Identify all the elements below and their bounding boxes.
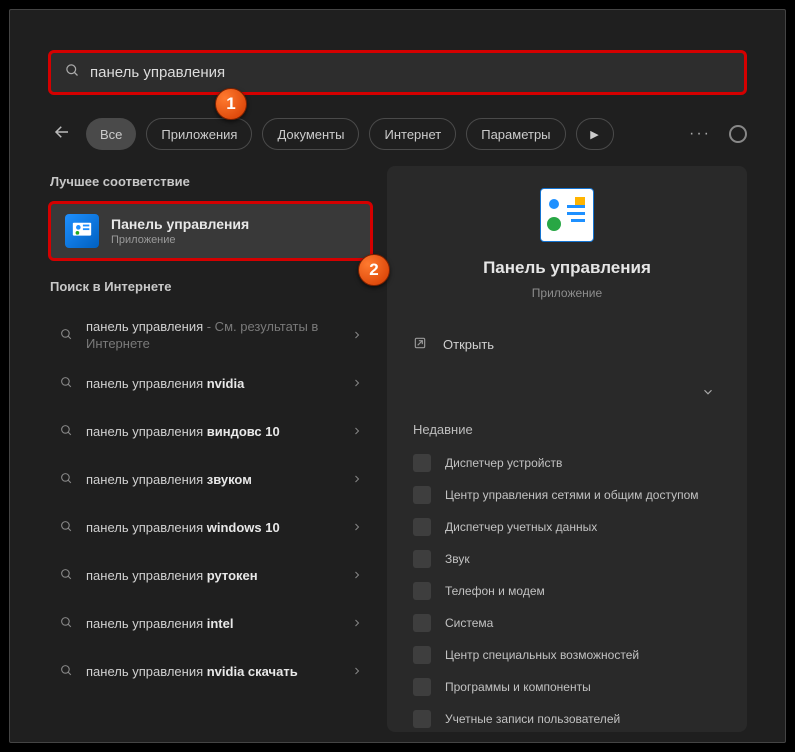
web-result-text: панель управления виндовс 10: [86, 424, 339, 441]
web-result-4[interactable]: панель управления windows 10: [48, 504, 373, 552]
control-panel-large-icon: [540, 188, 594, 242]
recent-item-label: Телефон и модем: [445, 584, 545, 598]
web-result-text: панель управления звуком: [86, 472, 339, 489]
best-match-subtitle: Приложение: [111, 234, 249, 246]
recent-item-6[interactable]: Центр специальных возможностей: [413, 639, 721, 671]
web-result-1[interactable]: панель управления nvidia: [48, 360, 373, 408]
web-result-text: панель управления nvidia скачать: [86, 664, 339, 681]
recent-item-icon: [413, 678, 431, 696]
recent-item-label: Система: [445, 616, 493, 630]
recent-item-2[interactable]: Диспетчер учетных данных: [413, 511, 721, 543]
web-result-text: панель управления windows 10: [86, 520, 339, 537]
chevron-right-icon: [351, 568, 363, 584]
recent-item-label: Диспетчер устройств: [445, 456, 562, 470]
preview-hero: Панель управления Приложение: [413, 188, 721, 300]
search-panel: 1 2 Все Приложения Документы Интернет Па…: [9, 9, 786, 743]
open-label: Открыть: [443, 337, 494, 352]
search-icon: [58, 664, 74, 680]
recent-label: Недавние: [413, 422, 721, 437]
recent-item-0[interactable]: Диспетчер устройств: [413, 447, 721, 479]
preview-subtitle: Приложение: [532, 286, 602, 300]
web-result-6[interactable]: панель управления intel: [48, 600, 373, 648]
chevron-right-icon: [351, 376, 363, 392]
filter-docs[interactable]: Документы: [262, 118, 359, 150]
preview-panel: Панель управления Приложение Открыть Нед…: [387, 166, 747, 732]
recent-item-label: Центр управления сетями и общим доступом: [445, 488, 699, 502]
chevron-right-icon: [351, 520, 363, 536]
web-result-3[interactable]: панель управления звуком: [48, 456, 373, 504]
filter-more[interactable]: ▶: [576, 118, 614, 150]
recent-item-3[interactable]: Звук: [413, 543, 721, 575]
recent-item-icon: [413, 582, 431, 600]
chevron-right-icon: [351, 472, 363, 488]
recent-item-icon: [413, 518, 431, 536]
recent-item-icon: [413, 454, 431, 472]
recent-item-8[interactable]: Учетные записи пользователей: [413, 703, 721, 735]
best-match-label: Лучшее соответствие: [50, 174, 373, 189]
recent-item-label: Учетные записи пользователей: [445, 712, 620, 726]
filter-all[interactable]: Все: [86, 118, 136, 150]
chevron-right-icon: [351, 616, 363, 632]
search-icon: [58, 328, 74, 344]
chevron-right-icon: [351, 424, 363, 440]
expand-button[interactable]: [695, 381, 721, 406]
filter-settings[interactable]: Параметры: [466, 118, 565, 150]
annotation-1: 1: [215, 88, 247, 120]
web-results-list: панель управления - См. результаты в Инт…: [48, 312, 373, 696]
more-options-icon[interactable]: ···: [689, 125, 711, 143]
recent-item-icon: [413, 710, 431, 728]
filter-row: Все Приложения Документы Интернет Параме…: [48, 114, 747, 154]
recent-item-7[interactable]: Программы и компоненты: [413, 671, 721, 703]
recent-item-1[interactable]: Центр управления сетями и общим доступом: [413, 479, 721, 511]
search-icon: [58, 472, 74, 488]
recent-item-icon: [413, 614, 431, 632]
search-icon: [58, 376, 74, 392]
recent-item-label: Центр специальных возможностей: [445, 648, 639, 662]
web-result-2[interactable]: панель управления виндовс 10: [48, 408, 373, 456]
recent-item-label: Звук: [445, 552, 470, 566]
recent-item-icon: [413, 646, 431, 664]
web-result-5[interactable]: панель управления рутокен: [48, 552, 373, 600]
web-result-7[interactable]: панель управления nvidia скачать: [48, 648, 373, 696]
open-action[interactable]: Открыть: [413, 320, 721, 367]
recent-item-label: Диспетчер учетных данных: [445, 520, 597, 534]
search-icon: [58, 616, 74, 632]
recent-item-label: Программы и компоненты: [445, 680, 591, 694]
search-icon: [58, 520, 74, 536]
recent-item-4[interactable]: Телефон и модем: [413, 575, 721, 607]
back-button[interactable]: [48, 123, 76, 146]
web-result-text: панель управления nvidia: [86, 376, 339, 393]
web-result-0[interactable]: панель управления - См. результаты в Инт…: [48, 312, 373, 360]
search-bar[interactable]: [48, 50, 747, 95]
web-result-text: панель управления рутокен: [86, 568, 339, 585]
recent-item-5[interactable]: Система: [413, 607, 721, 639]
recent-item-icon: [413, 486, 431, 504]
search-icon: [65, 63, 80, 82]
chevron-right-icon: [351, 328, 363, 344]
search-input[interactable]: [90, 64, 730, 81]
web-search-label: Поиск в Интернете: [50, 279, 373, 294]
results-column: Лучшее соответствие Панель управления Пр…: [48, 166, 373, 732]
search-icon: [58, 568, 74, 584]
control-panel-icon: [65, 214, 99, 248]
recent-item-icon: [413, 550, 431, 568]
recent-list: Диспетчер устройств Центр управления сетя…: [413, 447, 721, 735]
filter-web[interactable]: Интернет: [369, 118, 456, 150]
preview-title: Панель управления: [483, 258, 651, 278]
web-result-text: панель управления - См. результаты в Инт…: [86, 319, 339, 353]
chevron-right-icon: [351, 664, 363, 680]
open-icon: [413, 336, 429, 353]
search-icon: [58, 424, 74, 440]
filter-apps[interactable]: Приложения: [146, 118, 252, 150]
best-match-title: Панель управления: [111, 216, 249, 232]
annotation-2: 2: [358, 254, 390, 286]
best-match-control-panel[interactable]: Панель управления Приложение: [48, 201, 373, 261]
web-result-text: панель управления intel: [86, 616, 339, 633]
content-area: Лучшее соответствие Панель управления Пр…: [48, 166, 747, 732]
account-icon[interactable]: [729, 125, 747, 143]
